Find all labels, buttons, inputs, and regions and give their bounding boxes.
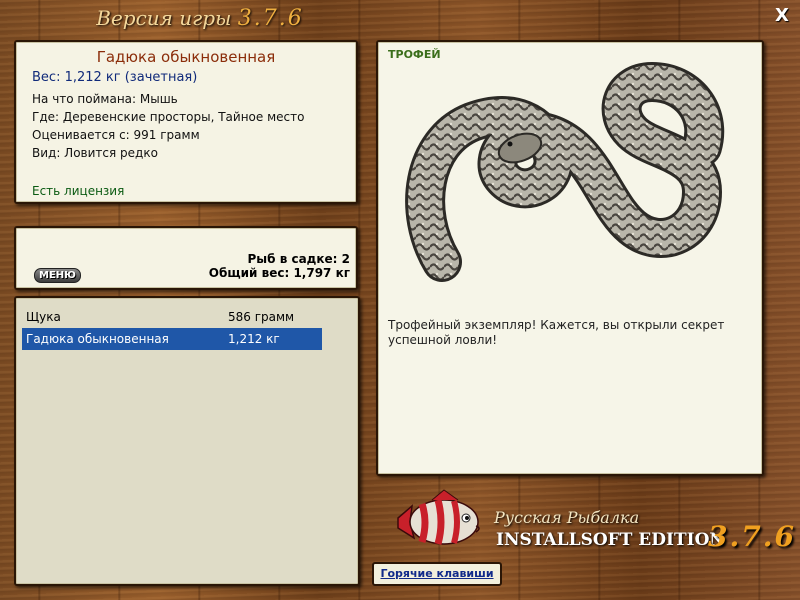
total-weight: Общий вес: 1,797 кг xyxy=(208,266,350,280)
title-version: 3.7.6 xyxy=(237,6,304,31)
hotkeys-button[interactable]: Горячие клавиши xyxy=(372,562,502,586)
fish-weight: Вес: 1,212 кг (зачетная) xyxy=(32,70,198,85)
menu-button[interactable]: МЕНЮ xyxy=(34,268,81,283)
logo-title: Русская Рыбалка xyxy=(494,508,640,527)
fish-logo-svg xyxy=(397,489,480,545)
trophy-message: Трофейный экземпляр! Кажется, вы открыли… xyxy=(388,318,725,347)
keep-net-stats: Рыб в садке: 2 Общий вес: 1,797 кг xyxy=(209,252,350,280)
close-icon[interactable]: X xyxy=(772,6,792,26)
snake-trophy-image xyxy=(402,52,742,306)
title-prefix: Версия игры xyxy=(96,6,232,30)
fish-name: Гадюка обыкновенная xyxy=(96,48,276,66)
list-item-name: Гадюка обыкновенная xyxy=(26,332,169,346)
trophy-badge: ТРОФЕЙ xyxy=(388,48,441,61)
trophy-panel: ТРОФЕЙ Трофейный экземпляр! Кажется, вы … xyxy=(376,40,764,476)
fish-list: Щука 586 грамм Гадюка обыкновенная 1,212… xyxy=(14,296,360,586)
rated-from: Оценивается с: 991 грамм xyxy=(32,128,200,142)
fish-logo-icon xyxy=(392,488,488,558)
window-title: Версия игры 3.7.6 xyxy=(0,6,400,31)
snake-icon xyxy=(405,61,725,282)
license-status: Есть лицензия xyxy=(32,184,125,198)
logo-version: 3.7.6 xyxy=(708,520,796,553)
caught-with: На что поймана: Мышь xyxy=(32,92,178,106)
list-item-weight: 586 грамм xyxy=(228,310,295,324)
list-item-selected[interactable]: Гадюка обыкновенная 1,212 кг xyxy=(22,328,322,350)
list-item-weight: 1,212 кг xyxy=(228,332,280,346)
rarity: Вид: Ловится редко xyxy=(32,146,158,160)
list-item-name: Щука xyxy=(26,310,61,324)
list-item[interactable]: Щука 586 грамм xyxy=(22,306,322,328)
logo-edition: INSTALLSOFT EDITION xyxy=(496,530,725,550)
fish-count: Рыб в садке: 2 xyxy=(247,252,351,266)
fish-info-panel: Гадюка обыкновенная Вес: 1,212 кг (зачет… xyxy=(14,40,358,204)
keep-net-panel: МЕНЮ Рыб в садке: 2 Общий вес: 1,797 кг xyxy=(14,226,358,290)
caught-where: Где: Деревенские просторы, Тайное место xyxy=(32,110,305,124)
